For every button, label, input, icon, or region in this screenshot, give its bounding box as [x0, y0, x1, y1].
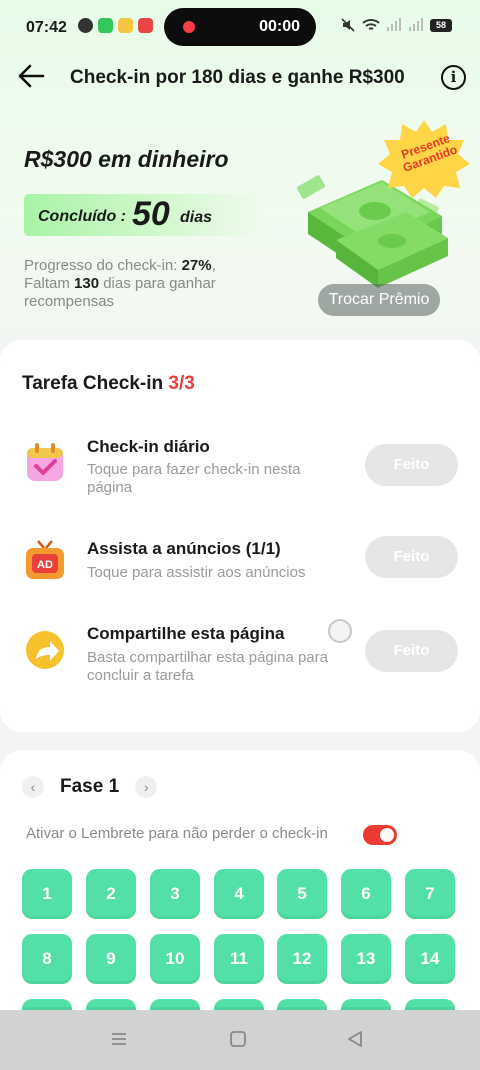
task-name: Check-in diário [87, 437, 210, 456]
day-cell-partial[interactable] [277, 999, 327, 1010]
notification-icon [78, 18, 93, 33]
toggle-knob [380, 828, 394, 842]
task-description: Toque para assistir aos anúncios [87, 564, 306, 581]
completed-days: 50 [132, 195, 170, 233]
notification-icon [138, 18, 153, 33]
ad-tv-icon: AD [26, 540, 64, 579]
task-done-button[interactable]: Feito [365, 630, 458, 672]
progress-percent: 27% [181, 257, 212, 274]
remaining-days: 130 [74, 275, 100, 292]
task-description: Basta compartilhar esta página para conc… [87, 649, 328, 684]
record-dot-icon [183, 21, 195, 33]
day-cell-partial[interactable] [86, 999, 136, 1010]
day-cell-7[interactable]: 7 [405, 869, 455, 919]
tasks-title: Tarefa Check-in 3/3 [22, 373, 195, 395]
task-description: Toque para fazer check-in nesta página [87, 461, 301, 496]
day-cell-4[interactable]: 4 [214, 869, 264, 919]
reminder-text: Ativar o Lembrete para não perder o chec… [26, 825, 328, 842]
system-icons: 58 [340, 17, 452, 33]
task-done-button[interactable]: Feito [365, 444, 458, 486]
top-header: Check-in por 180 dias e ganhe R$300 i [0, 58, 480, 98]
arrow-left-icon[interactable] [17, 62, 45, 97]
completed-unit: dias [180, 209, 213, 226]
back-triangle-icon[interactable] [346, 1030, 364, 1048]
mute-icon [341, 18, 355, 32]
system-nav-bar [0, 1010, 480, 1070]
task-name: Assista a anúncios (1/1) [87, 539, 281, 558]
radio-circle[interactable] [328, 619, 352, 643]
day-cell-5[interactable]: 5 [277, 869, 327, 919]
task-name: Compartilhe esta página [87, 624, 285, 643]
tasks-title-text: Tarefa Check-in [22, 373, 169, 394]
share-arrow-icon [26, 631, 64, 669]
completed-label: Concluído : [38, 208, 126, 225]
day-cell-partial[interactable] [341, 999, 391, 1010]
completed-banner: Concluído : 50 dias [24, 194, 264, 236]
notification-icon [118, 18, 133, 33]
status-time: 07:42 [26, 19, 67, 36]
day-cell-14[interactable]: 14 [405, 934, 455, 984]
phase-label: Fase 1 [60, 776, 120, 797]
notification-icon [98, 18, 113, 33]
recording-timer: 00:00 [259, 18, 300, 35]
day-cell-3[interactable]: 3 [150, 869, 200, 919]
svg-text:AD: AD [37, 559, 53, 571]
reminder-toggle[interactable] [363, 825, 397, 845]
status-bar: 07:42 00:00 58 [0, 0, 480, 54]
calendar-check-icon [27, 443, 63, 481]
day-cell-13[interactable]: 13 [341, 934, 391, 984]
day-cell-partial[interactable] [405, 999, 455, 1010]
chevron-left-icon[interactable]: ‹ [22, 776, 44, 798]
day-cell-11[interactable]: 11 [214, 934, 264, 984]
battery-icon: 58 [430, 18, 452, 32]
day-cell-partial[interactable] [214, 999, 264, 1010]
progress-suffix: , [211, 257, 216, 274]
day-cell-1[interactable]: 1 [22, 869, 72, 919]
tasks-count: 3/3 [168, 373, 195, 394]
day-cell-6[interactable]: 6 [341, 869, 391, 919]
day-cell-10[interactable]: 10 [150, 934, 200, 984]
signal-icon [387, 18, 401, 31]
info-icon[interactable]: i [441, 65, 466, 90]
progress-label: Progresso do check-in: [24, 257, 182, 274]
guaranteed-gift-badge: Presente Garantido [378, 118, 470, 198]
screen-recording-pill: 00:00 [164, 8, 316, 46]
day-cell-partial[interactable] [150, 999, 200, 1010]
menu-icon[interactable] [110, 1030, 128, 1048]
wifi-icon [362, 19, 380, 30]
redeem-prize-button[interactable]: Trocar Prêmio [318, 284, 440, 316]
day-cell-2[interactable]: 2 [86, 869, 136, 919]
day-cell-12[interactable]: 12 [277, 934, 327, 984]
chevron-right-icon[interactable]: › [135, 776, 158, 798]
phase-navigator: ‹ Fase 1 › [22, 776, 158, 798]
day-cell-8[interactable]: 8 [22, 934, 72, 984]
reward-title: R$300 em dinheiro [24, 146, 229, 172]
page-title: Check-in por 180 dias e ganhe R$300 [70, 67, 405, 88]
home-icon[interactable] [229, 1030, 247, 1048]
signal-icon [409, 18, 423, 31]
notification-icons [78, 18, 153, 33]
day-cell-9[interactable]: 9 [86, 934, 136, 984]
task-done-button[interactable]: Feito [365, 536, 458, 578]
remaining-prefix: Faltam [24, 275, 75, 292]
progress-text: Progresso do check-in: 27%, Faltam 130 d… [24, 257, 274, 311]
day-cell-partial[interactable] [22, 999, 72, 1010]
